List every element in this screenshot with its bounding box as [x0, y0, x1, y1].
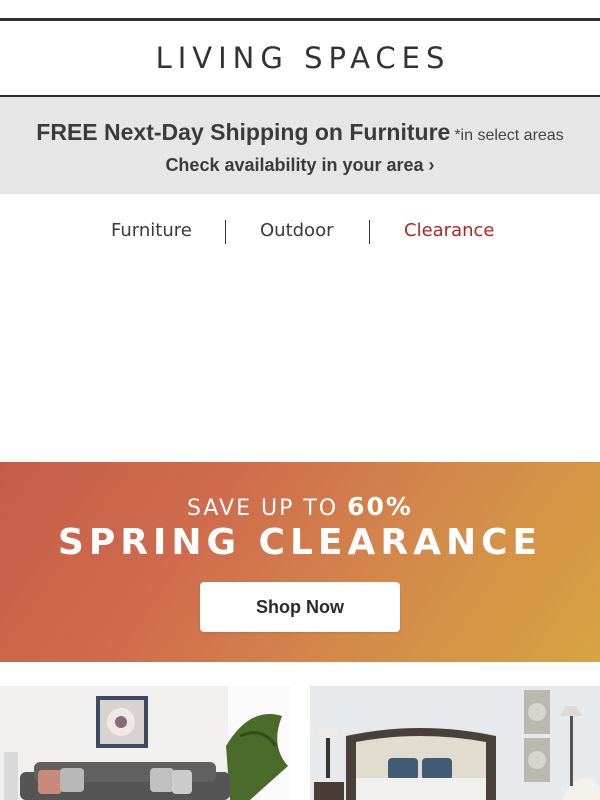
- living-room-sofa-image: [0, 686, 290, 800]
- spring-clearance-banner[interactable]: SAVE UP TO 60% SPRING CLEARANCE Shop Now: [0, 462, 600, 662]
- bedroom-image: [310, 686, 600, 800]
- nav-item-outdoor[interactable]: Outdoor: [260, 220, 334, 241]
- living-spaces-logo[interactable]: LIVING SPACES: [156, 41, 451, 75]
- bedroom-tile[interactable]: [310, 686, 600, 800]
- save-prefix: SAVE UP TO: [187, 496, 339, 521]
- shop-now-button[interactable]: Shop Now: [200, 582, 400, 632]
- nav-item-clearance[interactable]: Clearance: [404, 220, 494, 241]
- nav-item-furniture[interactable]: Furniture: [111, 220, 192, 241]
- shipping-headline: FREE Next-Day Shipping on Furniture: [36, 119, 451, 145]
- nav-divider: [225, 220, 226, 244]
- save-up-to-text: SAVE UP TO 60%: [0, 492, 600, 521]
- banner-title: SPRING CLEARANCE: [57, 522, 543, 563]
- shipping-headline-row: FREE Next-Day Shipping on Furniture *in s…: [0, 119, 600, 146]
- living-room-tile[interactable]: [0, 686, 290, 800]
- category-nav: Furniture Outdoor Clearance: [0, 218, 600, 246]
- header: LIVING SPACES: [0, 21, 600, 97]
- shipping-banner[interactable]: FREE Next-Day Shipping on Furniture *in s…: [0, 97, 600, 194]
- nav-divider: [369, 220, 370, 244]
- check-availability-link[interactable]: Check availability in your area ›: [0, 155, 600, 176]
- shipping-note: *in select areas: [454, 127, 564, 144]
- save-value: 60%: [347, 492, 413, 521]
